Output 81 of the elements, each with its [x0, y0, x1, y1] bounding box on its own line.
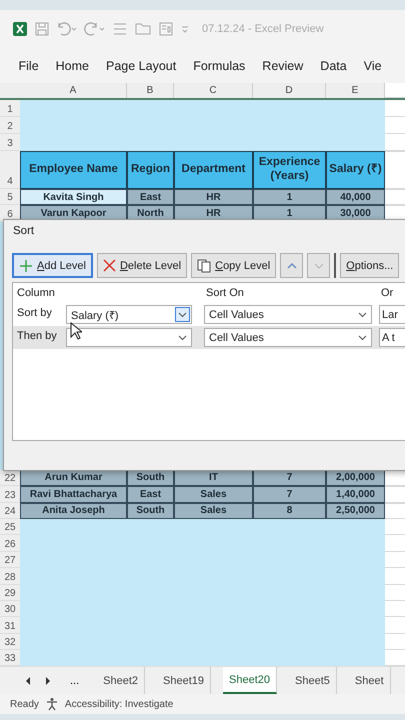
table-cell: 2,50,000 [326, 502, 385, 519]
row-number: 32 [0, 634, 20, 650]
mouse-pointer-icon [70, 322, 82, 340]
row-number: 26 [0, 535, 20, 552]
copy-icon [197, 258, 212, 272]
column-dropdown[interactable]: Salary (₹) [66, 305, 192, 324]
options-level-button[interactable]: Options... [340, 253, 400, 278]
row-number: 2 [0, 117, 20, 134]
column-header[interactable]: D [253, 83, 326, 98]
column-heading: Sort On [206, 287, 244, 299]
copy-level-button[interactable]: Copy Level [191, 253, 276, 278]
accessibility-status[interactable]: Accessibility: Investigate [64, 698, 174, 710]
table-cell: HR [174, 189, 253, 206]
row-number: 24 [0, 502, 20, 519]
sort-on-dropdown[interactable]: Cell Values [204, 305, 372, 324]
row-number: 25 [0, 518, 20, 536]
spreadsheet-logo-icon[interactable] [12, 21, 28, 37]
ribbon-tab[interactable]: Page Layout [98, 58, 185, 72]
window-title: 07.12.24 - Excel Preview [202, 23, 324, 35]
next-sheet-icon[interactable] [44, 676, 52, 686]
column-header[interactable]: C [174, 83, 253, 98]
column-heading: Salary (₹) [326, 151, 385, 189]
column-heading: Column [17, 287, 55, 299]
column-heading: Department [174, 151, 253, 189]
dialog-title: Sort [13, 225, 34, 237]
table-cell: 1 [253, 189, 326, 206]
table-cell: East [127, 486, 174, 503]
row-number: 5 [0, 189, 20, 206]
sort-level-row[interactable]: Sort by Salary (₹) Cell Values Lar [13, 303, 405, 326]
sort-on-dropdown[interactable]: Cell Values [204, 328, 372, 347]
table-cell: East [127, 189, 174, 206]
x-icon [102, 259, 116, 272]
table-cell: 7 [253, 486, 326, 503]
row-number: 1 [0, 100, 20, 117]
table-cell: Sales [174, 486, 253, 503]
row-number: 4 [0, 151, 20, 189]
table-cell: Kavita Singh [20, 189, 127, 206]
up-caret-icon [286, 262, 298, 270]
column-heading: Or [381, 287, 394, 299]
row-number: 29 [0, 584, 20, 601]
ribbon-tab[interactable]: File [10, 58, 48, 72]
table-cell: South [127, 502, 174, 519]
accessibility-icon[interactable] [44, 697, 59, 712]
column-heading: Experience (Years) [253, 151, 326, 189]
table-cell: Ravi Bhattacharya [20, 486, 127, 503]
column-header[interactable]: B [127, 83, 174, 98]
more-sheets-button[interactable]: ... [64, 674, 86, 687]
column-header[interactable]: A [20, 83, 127, 98]
row-number: 33 [0, 650, 20, 666]
level-label: Sort by [17, 307, 52, 319]
ribbon-tab[interactable]: Formulas [184, 58, 254, 72]
ribbon-tab[interactable]: Home [47, 58, 98, 72]
add-level-button[interactable]: Add Level [12, 253, 93, 278]
table-cell: 8 [253, 502, 326, 519]
sort-level-row[interactable]: Then by Cell Values A t [13, 326, 405, 349]
row-number: 27 [0, 552, 20, 568]
row-number: 30 [0, 600, 20, 618]
table-cell: 1,40,000 [326, 486, 385, 503]
order-dropdown[interactable]: Lar [379, 305, 405, 324]
ribbon-tab[interactable]: Data [312, 58, 356, 72]
column-heading: Region [127, 151, 174, 189]
row-number: 31 [0, 617, 20, 634]
down-caret-icon [312, 262, 325, 270]
previous-sheet-icon[interactable] [24, 676, 32, 686]
sheet-tab[interactable]: Sheet20 [223, 667, 278, 694]
table-cell: Anita Joseph [20, 502, 127, 519]
ribbon-tab[interactable]: Review [254, 58, 312, 72]
column-dropdown[interactable] [66, 328, 192, 347]
row-number: 28 [0, 568, 20, 585]
dropdown-caret-icon[interactable] [175, 307, 190, 322]
ribbon-tab[interactable]: Vie [355, 58, 390, 72]
row-number: 3 [0, 134, 20, 151]
order-dropdown[interactable]: A t [379, 328, 405, 347]
table-cell: 40,000 [326, 189, 385, 206]
plus-icon [19, 258, 33, 272]
status-text: Ready [10, 698, 39, 710]
row-number: 23 [0, 486, 20, 503]
delete-level-button[interactable]: Delete Level [96, 253, 188, 278]
column-heading: Employee Name [20, 151, 127, 189]
table-cell: Sales [174, 502, 253, 519]
level-label: Then by [17, 330, 57, 342]
